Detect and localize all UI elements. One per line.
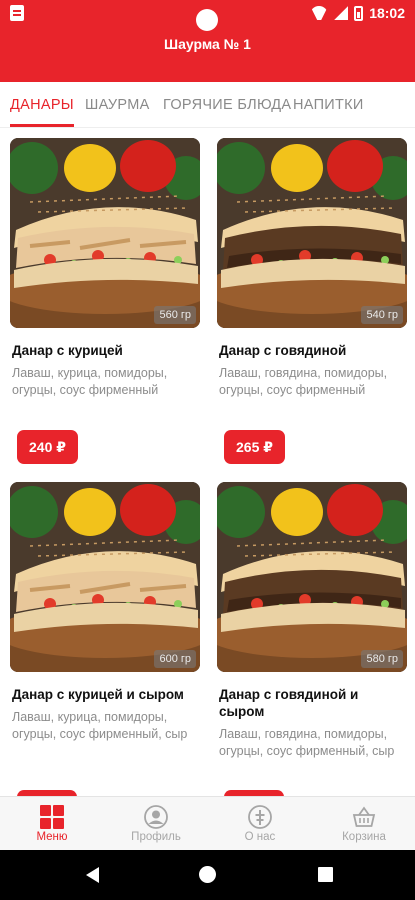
tab-drinks[interactable]: НАПИТКИ [293, 97, 364, 113]
system-nav-bar [0, 850, 415, 900]
product-image[interactable]: 540 гр [217, 138, 407, 328]
dish-illustration [217, 138, 407, 328]
product-card[interactable]: 580 гр Данар с говядиной и сыром Лаваш, … [217, 482, 407, 796]
page-title: Шаурма № 1 [164, 36, 251, 52]
notification-icon [10, 5, 24, 21]
tab-shawarma[interactable]: ШАУРМА [85, 97, 150, 113]
product-grid: 560 гр Данар с курицей Лаваш, курица, по… [0, 128, 415, 796]
product-description: Лаваш, говядина, помидоры, огурцы, соус … [219, 727, 395, 758]
info-icon [248, 805, 272, 829]
nav-about[interactable]: О нас [208, 797, 312, 851]
recent-apps-icon[interactable] [318, 867, 333, 882]
dish-illustration [10, 138, 200, 328]
product-description: Лаваш, курица, помидоры, огурцы, соус фи… [12, 366, 168, 397]
product-image[interactable]: 600 гр [10, 482, 200, 672]
product-description: Лаваш, курица, помидоры, огурцы, соус фи… [12, 710, 188, 741]
product-card[interactable]: 540 гр Данар с говядиной Лаваш, говядина… [217, 138, 407, 464]
status-icons: 18:02 [310, 4, 405, 22]
tab-danary[interactable]: ДАНАРЫ [10, 97, 74, 113]
nav-label: Профиль [131, 831, 181, 843]
product-image[interactable]: 560 гр [10, 138, 200, 328]
home-icon[interactable] [199, 866, 216, 883]
tab-indicator [10, 124, 74, 127]
signal-icon [334, 6, 349, 20]
basket-icon [352, 806, 376, 827]
dish-illustration [217, 482, 407, 672]
product-name: Данар с курицей [12, 343, 123, 358]
logo [196, 9, 218, 31]
price-button[interactable]: 240 ₽ [17, 430, 78, 464]
status-time: 18:02 [369, 5, 405, 21]
product-card[interactable]: 560 гр Данар с курицей Лаваш, курица, по… [10, 138, 200, 464]
nav-label: О нас [244, 831, 276, 843]
tab-hot-dishes[interactable]: ГОРЯЧИЕ БЛЮДА [163, 97, 291, 113]
wifi-icon [310, 6, 328, 20]
category-tabs: ДАНАРЫ ШАУРМА ГОРЯЧИЕ БЛЮДА НАПИТКИ [0, 82, 415, 128]
nav-label: Меню [36, 831, 68, 843]
weight-badge: 560 гр [154, 306, 196, 324]
battery-icon [354, 5, 364, 21]
nav-menu[interactable]: Меню [0, 797, 104, 851]
nav-cart[interactable]: Корзина [312, 797, 415, 851]
menu-grid-icon [40, 805, 64, 829]
price-button[interactable]: 265 ₽ [224, 430, 285, 464]
product-description: Лаваш, говядина, помидоры, огурцы, соус … [219, 366, 388, 397]
product-name: Данар с говядиной [219, 343, 347, 358]
bottom-nav: Меню Профиль О нас Корзина [0, 796, 415, 850]
weight-badge: 580 гр [361, 650, 403, 668]
back-icon[interactable] [86, 867, 99, 883]
profile-icon [144, 805, 168, 829]
dish-illustration [10, 482, 200, 672]
nav-profile[interactable]: Профиль [104, 797, 208, 851]
weight-badge: 600 гр [154, 650, 196, 668]
product-name: Данар с говядиной и сыром [219, 687, 359, 719]
product-name: Данар с курицей и сыром [12, 687, 184, 702]
weight-badge: 540 гр [361, 306, 403, 324]
nav-label: Корзина [342, 831, 386, 843]
app-header: 18:02 Шаурма № 1 [0, 0, 415, 82]
product-card[interactable]: 600 гр Данар с курицей и сыром Лаваш, ку… [10, 482, 200, 796]
product-image[interactable]: 580 гр [217, 482, 407, 672]
